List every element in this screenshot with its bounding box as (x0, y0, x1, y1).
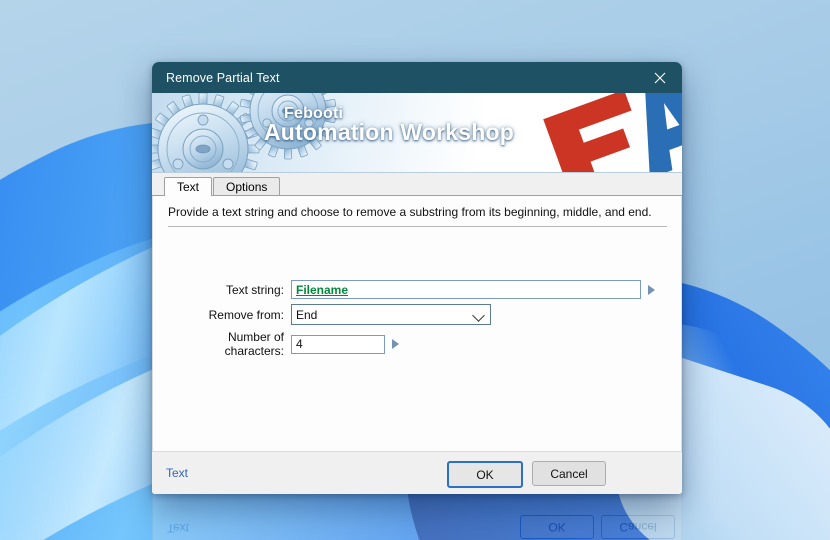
remove-from-label: Remove from: (208, 307, 284, 322)
dialog-title-bar: Remove Partial Text (152, 62, 682, 93)
field-remove-from: Remove from: End (167, 304, 491, 325)
dialog-footer: Text OK Cancel (152, 451, 682, 494)
field-number-of-characters: Number of characters: 4 (167, 330, 401, 358)
field-text-string: Text string: Filename (167, 280, 657, 299)
product-banner: Febooti Automation Workshop (152, 93, 682, 173)
footer-help-link[interactable]: Text (166, 466, 188, 480)
text-string-label: Text string: (225, 282, 284, 297)
dialog-title: Remove Partial Text (166, 70, 280, 85)
description-separator (168, 226, 667, 227)
close-icon[interactable] (638, 62, 682, 93)
text-tab-panel: Provide a text string and choose to remo… (152, 196, 682, 473)
expand-arrow-icon[interactable] (389, 336, 401, 352)
number-of-characters-input[interactable]: 4 (291, 334, 385, 354)
cancel-button[interactable]: Cancel (532, 461, 606, 486)
panel-description: Provide a text string and choose to remo… (168, 205, 652, 219)
tab-options[interactable]: Options (213, 177, 281, 195)
chevron-down-icon (472, 309, 485, 322)
number-of-characters-label: Number of characters: (224, 330, 284, 358)
text-string-input[interactable]: Filename (291, 280, 641, 299)
remove-from-select[interactable]: End (291, 304, 491, 325)
tab-strip: Text Options (152, 173, 682, 196)
expand-arrow-icon[interactable] (645, 282, 657, 298)
febooti-fa-logo-icon (520, 93, 682, 172)
variable-token-filename: Filename (296, 282, 349, 297)
remove-from-value: End (296, 307, 318, 322)
gears-icon (152, 93, 358, 172)
tab-text[interactable]: Text (164, 177, 213, 196)
remove-partial-text-dialog: Remove Partial Text Febooti Automation W… (152, 62, 682, 494)
ok-button[interactable]: OK (447, 461, 523, 488)
